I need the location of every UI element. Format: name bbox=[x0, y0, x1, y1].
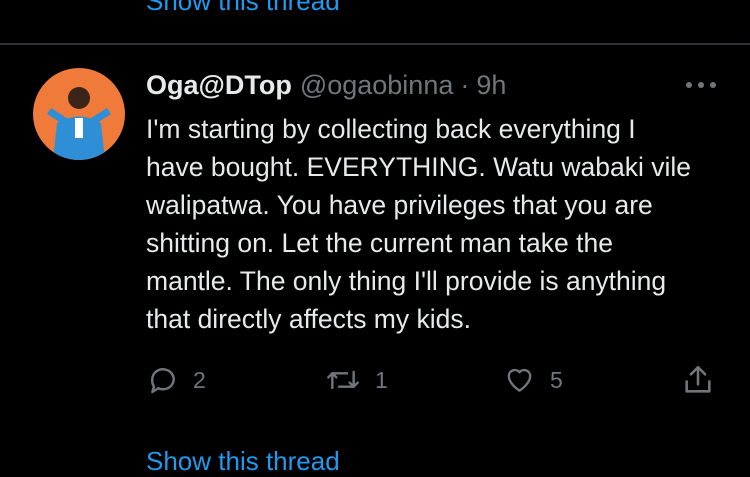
tweet-text-line: I'm starting by collecting back everythi… bbox=[146, 114, 636, 144]
like-count: 5 bbox=[550, 366, 563, 393]
retweet-count: 1 bbox=[375, 366, 388, 393]
retweet-button[interactable]: 1 bbox=[325, 360, 388, 400]
tweet-text: I'm starting by collecting back everythi… bbox=[146, 110, 736, 338]
tweet-text-line: shitting on. Let the current man take th… bbox=[146, 228, 613, 258]
share-icon bbox=[681, 363, 715, 397]
avatar[interactable] bbox=[33, 68, 125, 160]
reply-icon bbox=[147, 364, 179, 396]
show-thread-link-bottom[interactable]: Show this thread bbox=[146, 446, 340, 477]
reply-button[interactable]: 2 bbox=[147, 360, 206, 400]
separator-dot: · bbox=[460, 70, 470, 100]
heart-icon bbox=[503, 364, 536, 396]
share-button[interactable] bbox=[681, 360, 715, 400]
tweet-text-line: mantle. The only thing I'll provide is a… bbox=[146, 266, 667, 296]
like-button[interactable]: 5 bbox=[503, 360, 563, 400]
divider bbox=[0, 43, 750, 45]
tweet-text-line: have bought. EVERYTHING. Watu wabaki vil… bbox=[146, 152, 691, 182]
display-name[interactable]: Oga@DTop bbox=[146, 70, 292, 101]
timestamp[interactable]: 9h bbox=[476, 70, 506, 101]
user-handle[interactable]: @ogaobinna bbox=[300, 70, 454, 101]
tweet-text-line: walipatwa. You have privileges that you … bbox=[146, 190, 653, 220]
tweet-actions: 2 1 5 bbox=[0, 360, 750, 400]
retweet-icon bbox=[325, 364, 361, 396]
show-thread-link-top[interactable]: Show this thread bbox=[146, 0, 340, 17]
reply-count: 2 bbox=[193, 366, 206, 393]
more-options-icon[interactable] bbox=[686, 78, 716, 92]
tweet-header: Oga@DTop @ogaobinna · 9h bbox=[146, 70, 506, 104]
tweet-text-line: that directly affects my kids. bbox=[146, 304, 471, 334]
